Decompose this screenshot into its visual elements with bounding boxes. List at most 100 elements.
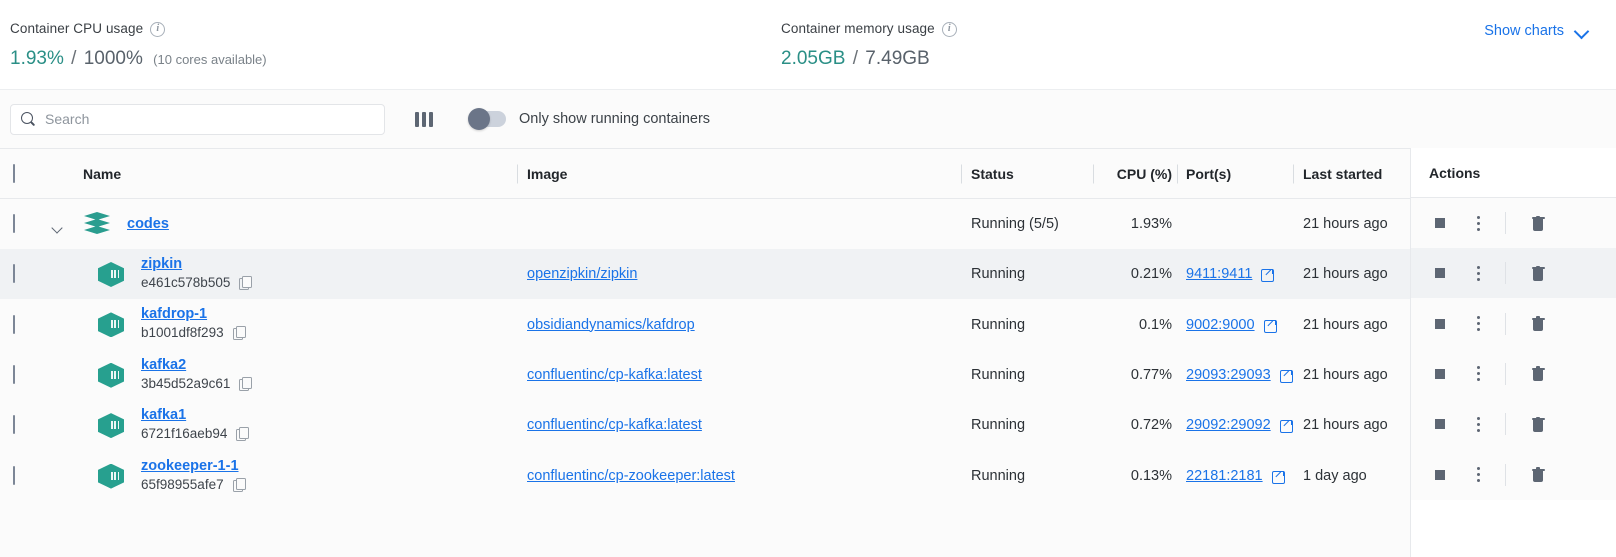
trash-icon[interactable] — [1523, 259, 1553, 287]
trash-icon[interactable] — [1523, 410, 1553, 438]
external-link-icon[interactable] — [1261, 268, 1275, 283]
kebab-menu-icon[interactable] — [1465, 461, 1491, 489]
container-port-link[interactable]: 29092:29092 — [1186, 417, 1271, 433]
only-running-toggle-label: Only show running containers — [519, 111, 711, 127]
search-box[interactable] — [10, 103, 385, 135]
stop-icon[interactable] — [1425, 310, 1455, 338]
only-running-toggle[interactable] — [468, 108, 506, 130]
actions-divider — [1505, 262, 1506, 285]
trash-icon[interactable] — [1523, 461, 1553, 489]
table-row-stack[interactable]: codes Running (5/5) 1.93% 21 hours ago — [0, 199, 1616, 249]
kebab-menu-icon[interactable] — [1465, 209, 1491, 237]
copy-icon[interactable] — [232, 326, 246, 341]
container-image-cell: obsidiandynamics/kafdrop — [527, 316, 695, 334]
stop-icon[interactable] — [1425, 259, 1455, 287]
container-id: b1001df8f293 — [141, 325, 246, 341]
container-last-started: 21 hours ago — [1303, 316, 1388, 333]
cpu-cores-note: (10 cores available) — [153, 52, 267, 67]
column-divider — [1293, 164, 1294, 183]
container-image-link[interactable]: obsidiandynamics/kafdrop — [527, 317, 695, 333]
actions-divider — [1505, 413, 1506, 436]
stop-icon[interactable] — [1425, 410, 1455, 438]
copy-icon[interactable] — [239, 276, 253, 290]
stack-cpu: 1.93% — [1130, 216, 1172, 232]
container-port-link[interactable]: 29093:29093 — [1186, 367, 1271, 383]
select-all-checkbox-cell — [13, 163, 15, 183]
container-name-link[interactable]: kafka2 — [141, 357, 251, 373]
row-checkbox[interactable] — [13, 415, 15, 435]
stop-icon[interactable] — [1425, 360, 1455, 388]
container-ports-cell: 9411:9411 — [1186, 266, 1275, 283]
copy-icon[interactable] — [236, 427, 250, 442]
trash-icon[interactable] — [1523, 360, 1553, 388]
container-image-link[interactable]: confluentinc/cp-kafka:latest — [527, 417, 702, 433]
row-checkbox-cell — [13, 415, 15, 435]
container-status: Running — [971, 417, 1026, 434]
external-link-icon[interactable] — [1263, 318, 1277, 333]
container-id-text: 6721f16aeb94 — [141, 426, 228, 442]
container-status: Running — [971, 467, 1026, 484]
container-ports-cell: 22181:2181 — [1186, 468, 1285, 484]
stop-icon[interactable] — [1425, 461, 1455, 489]
row-checkbox[interactable] — [13, 264, 15, 284]
column-header-name[interactable]: Name — [83, 166, 121, 182]
container-name-link[interactable]: zipkin — [141, 256, 251, 272]
show-charts-button[interactable]: Show charts — [1484, 23, 1588, 39]
column-header-cpu[interactable]: CPU (%) — [1100, 166, 1172, 182]
kebab-menu-icon[interactable] — [1465, 410, 1491, 438]
trash-icon[interactable] — [1523, 209, 1553, 237]
container-id: 3b45d52a9c61 — [141, 376, 253, 391]
table-row[interactable]: zookeeper-1-1 65f98955afe7 confluentinc/… — [0, 450, 1616, 501]
kebab-menu-icon[interactable] — [1465, 310, 1491, 338]
container-cpu: 0.21% — [1130, 266, 1172, 283]
select-all-checkbox[interactable] — [13, 163, 15, 183]
stack-name-link[interactable]: codes — [127, 216, 169, 232]
table-row[interactable]: kafka2 3b45d52a9c61 confluentinc/cp-kafk… — [0, 349, 1616, 401]
kebab-menu-icon[interactable] — [1465, 360, 1491, 388]
column-header-image[interactable]: Image — [527, 166, 567, 182]
container-image-link[interactable]: confluentinc/cp-kafka:latest — [527, 367, 702, 383]
memory-used-value: 2.05GB — [781, 48, 846, 69]
container-name-link[interactable]: zookeeper-1-1 — [141, 458, 245, 474]
info-icon[interactable]: i — [941, 21, 957, 37]
chevron-down-icon — [1575, 25, 1588, 38]
container-name-link[interactable]: kafdrop-1 — [141, 306, 245, 322]
info-icon[interactable]: i — [150, 21, 166, 37]
external-link-icon[interactable] — [1279, 368, 1293, 383]
search-input[interactable] — [45, 111, 374, 127]
copy-icon[interactable] — [232, 477, 246, 492]
columns-icon[interactable] — [409, 106, 439, 132]
toggle-knob — [468, 108, 490, 130]
column-header-last-started[interactable]: Last started — [1303, 166, 1382, 182]
stop-icon[interactable] — [1425, 209, 1455, 237]
trash-icon[interactable] — [1523, 310, 1553, 338]
container-name-cell: zipkin e461c578b505 — [141, 256, 253, 290]
container-image-link[interactable]: openzipkin/zipkin — [527, 266, 637, 282]
search-icon — [21, 111, 36, 127]
external-link-icon[interactable] — [1279, 419, 1293, 434]
column-header-ports[interactable]: Port(s) — [1186, 166, 1231, 182]
external-link-icon[interactable] — [1271, 469, 1285, 484]
row-checkbox[interactable] — [13, 364, 15, 384]
container-port-link[interactable]: 9411:9411 — [1186, 266, 1252, 282]
container-id-text: b1001df8f293 — [141, 325, 224, 341]
container-name-link[interactable]: kafka1 — [141, 407, 248, 423]
memory-total-value: 7.49GB — [865, 48, 930, 69]
container-image-link[interactable]: confluentinc/cp-zookeeper:latest — [527, 468, 735, 484]
table-row[interactable]: zipkin e461c578b505 openzipkin/zipkin Ru… — [0, 249, 1616, 300]
copy-icon[interactable] — [239, 376, 253, 391]
table-row[interactable]: kafdrop-1 b1001df8f293 obsidiandynamics/… — [0, 299, 1616, 350]
row-checkbox[interactable] — [13, 314, 15, 334]
container-port-link[interactable]: 22181:2181 — [1186, 468, 1263, 484]
column-header-actions: Actions — [1411, 148, 1616, 198]
container-ports-cell: 29092:29092 — [1186, 417, 1293, 434]
row-checkbox-cell — [13, 364, 15, 384]
row-checkbox[interactable] — [13, 465, 15, 485]
container-port-link[interactable]: 9002:9000 — [1186, 317, 1255, 333]
containers-table: Name Image Status CPU (%) Port(s) Last s… — [0, 148, 1616, 501]
row-checkbox[interactable] — [13, 214, 15, 233]
table-row[interactable]: kafka1 6721f16aeb94 confluentinc/cp-kafk… — [0, 400, 1616, 451]
container-last-started: 21 hours ago — [1303, 417, 1388, 434]
kebab-menu-icon[interactable] — [1465, 259, 1491, 287]
column-header-status[interactable]: Status — [971, 166, 1014, 182]
